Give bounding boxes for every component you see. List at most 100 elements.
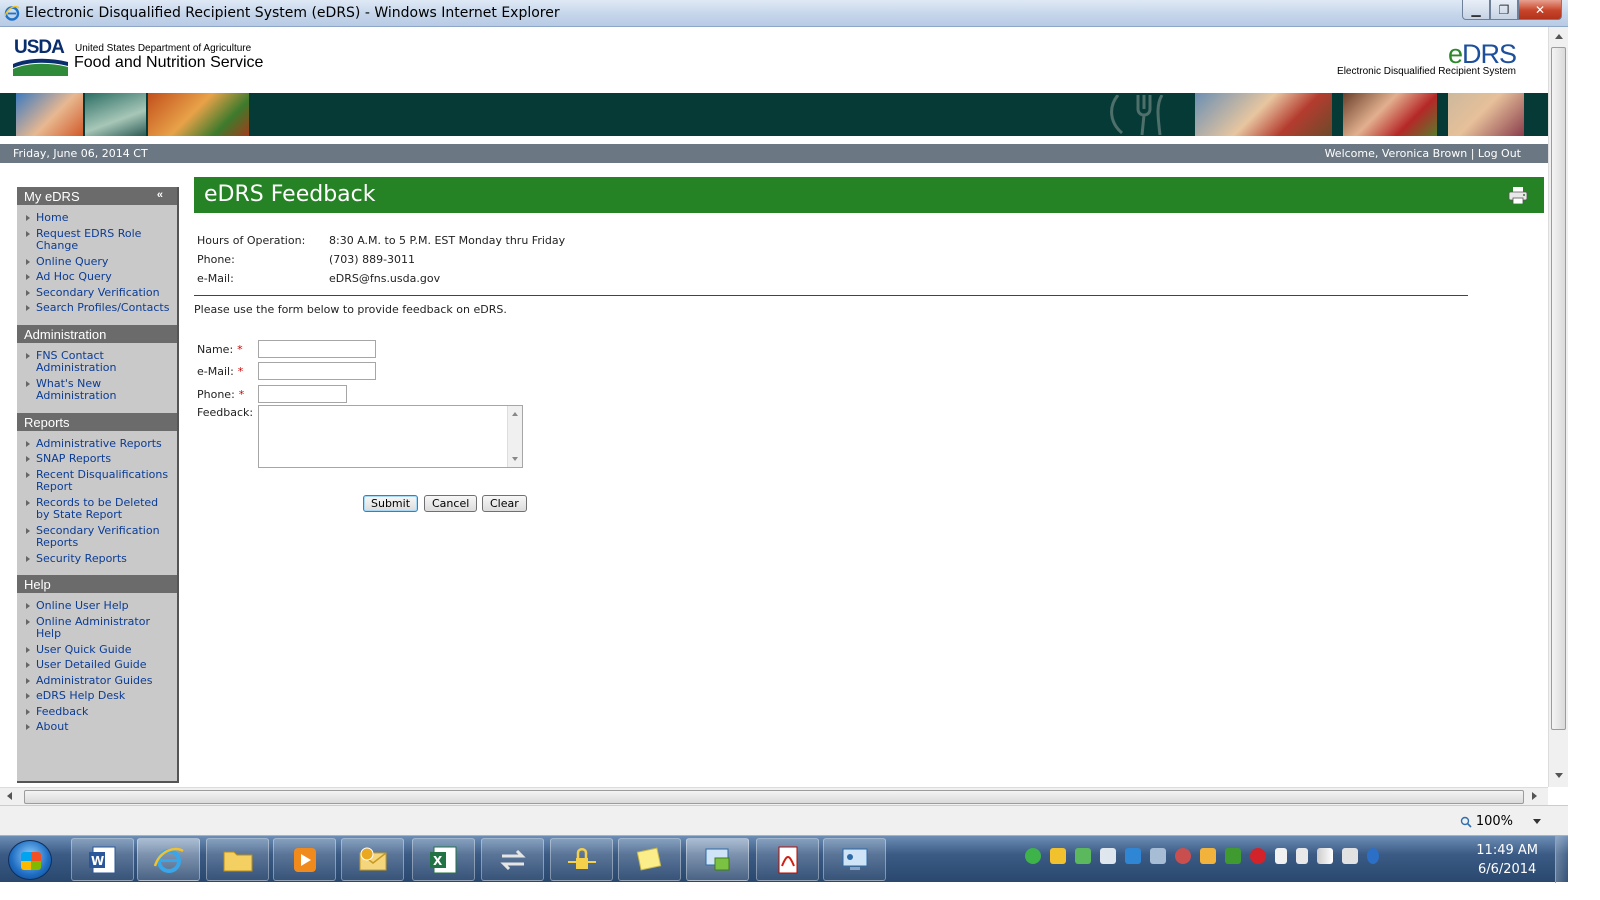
email-input[interactable] <box>258 362 376 380</box>
tray-signal-icon[interactable] <box>1317 848 1333 864</box>
name-input[interactable] <box>258 340 376 358</box>
horizontal-scroll-thumb[interactable] <box>24 790 1524 804</box>
zoom-magnifier-icon <box>1460 816 1472 828</box>
sidebar-item: Feedback <box>24 705 173 719</box>
taskbar-sync[interactable] <box>481 838 544 881</box>
sidebar-item: User Quick Guide <box>24 643 173 657</box>
sidebar-item-user-detailed-guide[interactable]: User Detailed Guide <box>36 658 147 671</box>
clear-button[interactable]: Clear <box>482 495 527 512</box>
logout-link[interactable]: Log Out <box>1478 147 1521 160</box>
sidebar-item-online-user-help[interactable]: Online User Help <box>36 599 129 612</box>
taskbar-media-player[interactable] <box>273 838 336 881</box>
collapse-sidebar-button[interactable]: « <box>157 189 163 201</box>
taskbar-word[interactable]: W <box>71 838 134 881</box>
tray-power-icon[interactable] <box>1296 848 1308 864</box>
taskbar-outlook[interactable] <box>341 838 404 881</box>
zoom-level: 100% <box>1475 814 1513 829</box>
tray-shield-icon[interactable] <box>1125 848 1141 864</box>
sidebar-item: Ad Hoc Query <box>24 270 173 284</box>
remote-desktop-icon <box>705 848 729 870</box>
minimize-button[interactable]: ▁ <box>1462 0 1490 20</box>
phone-row-form: Phone: * <box>197 384 347 404</box>
site-header: USDA United States Department of Agricul… <box>0 27 1548 93</box>
scroll-up-arrow-icon[interactable] <box>1555 34 1563 39</box>
sidebar-item-online-query[interactable]: Online Query <box>36 255 108 268</box>
clock-time: 11:49 AM <box>1476 843 1538 858</box>
taskbar-control-panel[interactable] <box>823 838 886 881</box>
start-button[interactable] <box>8 840 52 880</box>
zoom-control[interactable]: 100% <box>1460 814 1513 829</box>
sidebar-item-request-role-change[interactable]: Request EDRS Role Change <box>36 227 141 253</box>
taskbar-clock[interactable]: 11:49 AM 6/6/2014 <box>1476 841 1538 879</box>
vertical-scrollbar[interactable] <box>1548 27 1568 787</box>
feedback-textarea[interactable] <box>258 405 523 468</box>
email-row: e-Mail: eDRS@fns.usda.gov <box>197 272 565 291</box>
sidebar-item: FNS Contact Administration <box>24 349 173 375</box>
taskbar-file-explorer[interactable] <box>206 838 269 881</box>
tray-notes-icon[interactable] <box>1200 848 1216 864</box>
taskbar-excel[interactable]: X <box>412 838 475 881</box>
phone-input[interactable] <box>258 385 347 403</box>
fork-knife-icon <box>1110 95 1164 135</box>
cancel-button[interactable]: Cancel <box>424 495 478 512</box>
tray-volume-icon[interactable] <box>1342 848 1358 864</box>
sidebar-item-about[interactable]: About <box>36 720 69 733</box>
taskbar-internet-explorer[interactable] <box>137 838 200 881</box>
sidebar-item-user-quick-guide[interactable]: User Quick Guide <box>36 643 131 656</box>
feedback-label: Feedback: <box>197 405 254 419</box>
maximize-button[interactable]: ❐ <box>1490 0 1518 20</box>
taskbar-remote-desktop[interactable] <box>686 838 749 881</box>
tray-monitor-icon[interactable] <box>1150 848 1166 864</box>
tray-lock-icon[interactable] <box>1050 848 1066 864</box>
textarea-scrollbar[interactable] <box>507 406 522 467</box>
tray-antivirus-icon[interactable] <box>1225 848 1241 864</box>
sidebar-item-fns-contact-admin[interactable]: FNS Contact Administration <box>36 349 117 375</box>
tray-refresh-icon[interactable] <box>1025 848 1041 864</box>
sidebar-item-secondary-verification[interactable]: Secondary Verification <box>36 286 160 299</box>
print-icon[interactable] <box>1508 187 1528 204</box>
sidebar-item-recent-disqualifications[interactable]: Recent Disqualifications Report <box>36 468 168 494</box>
sidebar-item: eDRS Help Desk <box>24 689 173 703</box>
zoom-dropdown-icon[interactable] <box>1533 819 1541 824</box>
sidebar-item-home[interactable]: Home <box>36 211 68 224</box>
sidebar-item: What's New Administration <box>24 377 173 403</box>
scroll-down-arrow-icon[interactable] <box>512 457 518 461</box>
sidebar-item: Records to be Deleted by State Report <box>24 496 173 522</box>
sidebar-item-ad-hoc-query[interactable]: Ad Hoc Query <box>36 270 112 283</box>
sidebar-item-snap-reports[interactable]: SNAP Reports <box>36 452 111 465</box>
scroll-left-arrow-icon[interactable] <box>7 792 12 800</box>
tray-document-icon[interactable] <box>1100 848 1116 864</box>
vertical-scroll-thumb[interactable] <box>1551 47 1566 730</box>
tray-network-icon[interactable] <box>1175 848 1191 864</box>
sidebar-item: Administrative Reports <box>24 437 173 451</box>
scroll-down-arrow-icon[interactable] <box>1555 773 1563 778</box>
horizontal-scrollbar[interactable] <box>0 787 1548 805</box>
sidebar-item-search-profiles[interactable]: Search Profiles/Contacts <box>36 301 169 314</box>
sidebar-item-records-to-be-deleted[interactable]: Records to be Deleted by State Report <box>36 496 158 522</box>
close-button[interactable]: ✕ <box>1518 0 1562 20</box>
window-title: Electronic Disqualified Recipient System… <box>25 5 560 21</box>
taskbar-adobe-reader[interactable] <box>756 838 819 881</box>
sidebar-item-security-reports[interactable]: Security Reports <box>36 552 127 565</box>
sidebar-item-feedback[interactable]: Feedback <box>36 705 88 718</box>
tray-plus-icon[interactable] <box>1075 848 1091 864</box>
scroll-up-arrow-icon[interactable] <box>512 412 518 416</box>
sidebar-item-secondary-verification-reports[interactable]: Secondary Verification Reports <box>36 524 160 550</box>
sidebar-item-administrative-reports[interactable]: Administrative Reports <box>36 437 162 450</box>
taskbar-security[interactable] <box>550 838 613 881</box>
banner-photo-dinner <box>1195 93 1332 136</box>
submit-button[interactable]: Submit <box>363 495 419 512</box>
taskbar-sticky-notes[interactable] <box>618 838 681 881</box>
scroll-right-arrow-icon[interactable] <box>1532 792 1537 800</box>
sidebar-item-edrs-help-desk[interactable]: eDRS Help Desk <box>36 689 125 702</box>
tray-flag-icon[interactable] <box>1275 848 1287 864</box>
sidebar-item-whats-new-admin[interactable]: What's New Administration <box>36 377 117 403</box>
sidebar-item-administrator-guides[interactable]: Administrator Guides <box>36 674 153 687</box>
tray-bluetooth-icon[interactable] <box>1367 848 1379 864</box>
usda-wordmark[interactable]: USDA <box>14 37 65 59</box>
tray-adobe-icon[interactable] <box>1250 848 1266 864</box>
sidebar-item-online-admin-help[interactable]: Online Administrator Help <box>36 615 150 641</box>
show-desktop-button[interactable] <box>1555 836 1568 883</box>
date-bar: Friday, June 06, 2014 CT Welcome, Veroni… <box>0 144 1548 163</box>
window-title-bar[interactable]: Electronic Disqualified Recipient System… <box>0 0 1568 27</box>
